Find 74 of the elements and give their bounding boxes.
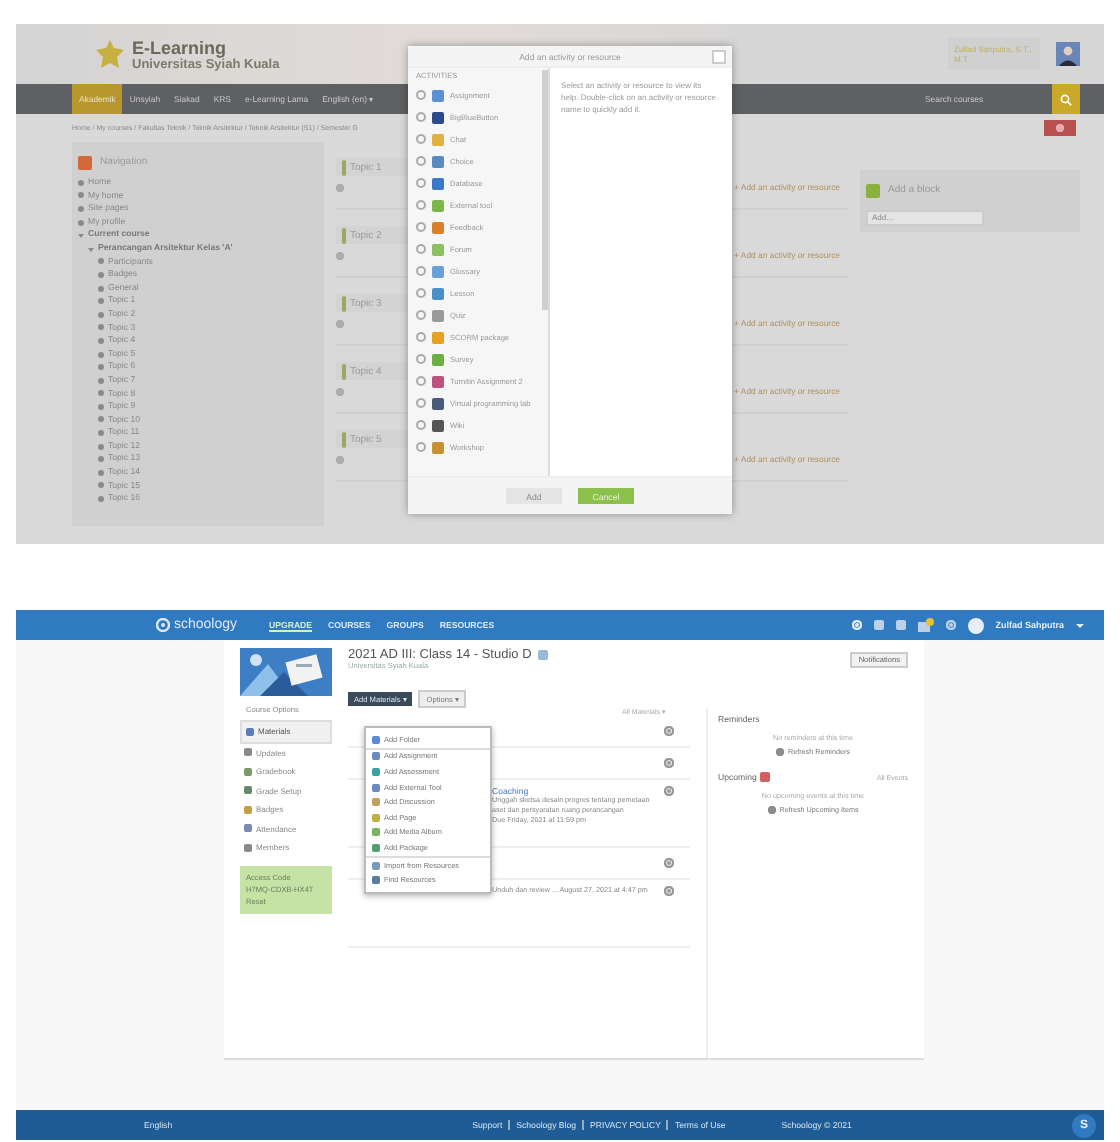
avatar [967, 617, 984, 633]
bullet-icon [98, 430, 104, 437]
gear-icon [664, 886, 674, 896]
bullet-icon [98, 443, 104, 450]
menu-icon [244, 767, 252, 776]
gear-icon [336, 251, 344, 259]
bullet-icon [98, 337, 104, 344]
bullet-icon [98, 377, 104, 384]
calendar-icon [895, 620, 906, 630]
radio-button[interactable] [416, 178, 426, 188]
radio-button[interactable] [416, 332, 426, 342]
radio-button[interactable] [416, 266, 426, 276]
bullet-icon [98, 390, 104, 397]
radio-button[interactable] [416, 288, 426, 298]
edit-icon [537, 650, 548, 660]
site-title: E-Learning [132, 37, 229, 57]
gear-icon [664, 726, 674, 736]
gear-icon [336, 387, 344, 395]
radio-button[interactable] [416, 244, 426, 254]
bullet-icon [98, 271, 104, 278]
menu-icon [244, 843, 252, 852]
bullet-icon [98, 482, 104, 489]
radio-button[interactable] [416, 134, 426, 144]
gear-icon [664, 858, 674, 868]
radio-button[interactable] [416, 310, 426, 320]
bullet-icon [98, 416, 104, 423]
bullet-icon [98, 469, 104, 476]
radio-button[interactable] [416, 112, 426, 122]
grid-icon [873, 620, 884, 630]
logo-icon [96, 40, 124, 68]
bullet-icon [78, 179, 84, 186]
gear-icon [664, 758, 674, 768]
bullet-icon [78, 219, 84, 226]
menu-icon [246, 727, 254, 736]
settings-button[interactable] [1044, 120, 1076, 136]
menu-icon [244, 786, 252, 795]
radio-button[interactable] [416, 420, 426, 430]
menu-icon [244, 824, 252, 833]
gear-icon [336, 183, 344, 191]
bullet-icon [98, 258, 104, 265]
bullet-icon [78, 192, 84, 199]
bullet-icon [98, 351, 104, 358]
close-button[interactable] [712, 50, 726, 64]
menu-icon [244, 748, 252, 757]
menu-icon [244, 805, 252, 814]
bullet-icon [98, 403, 104, 410]
bullet-icon [98, 311, 104, 318]
bullet-icon [98, 324, 104, 331]
caret-icon [1076, 622, 1084, 628]
radio-button[interactable] [416, 90, 426, 100]
radio-button[interactable] [416, 442, 426, 452]
block-icon [866, 183, 880, 197]
radio-button[interactable] [416, 376, 426, 386]
bullet-icon [98, 496, 104, 503]
bullet-icon [98, 456, 104, 463]
search-button[interactable] [1052, 84, 1080, 114]
bullet-icon [98, 285, 104, 292]
gear-icon [1056, 124, 1064, 132]
gear-icon [336, 319, 344, 327]
bullet-icon [98, 364, 104, 371]
radio-button[interactable] [416, 200, 426, 210]
mail-icon[interactable] [917, 618, 934, 632]
radio-button[interactable] [416, 222, 426, 232]
bullet-icon [78, 205, 84, 212]
logo-icon [156, 618, 170, 632]
gear-icon [336, 455, 344, 463]
radio-button[interactable] [416, 354, 426, 364]
gear-icon [664, 786, 674, 796]
navigation-icon [78, 155, 92, 169]
radio-button[interactable] [416, 398, 426, 408]
avatar[interactable] [1056, 42, 1080, 66]
calendar-icon [760, 772, 771, 782]
bullet-icon [98, 298, 104, 305]
radio-button[interactable] [416, 156, 426, 166]
